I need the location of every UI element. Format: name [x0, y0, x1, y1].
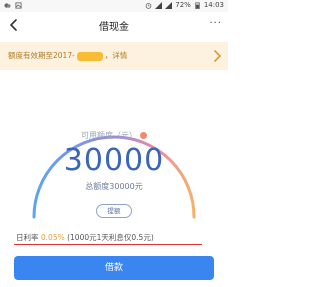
raise-limit-button[interactable]: 提额	[96, 204, 132, 218]
total-credit: 总额度30000元	[85, 182, 143, 191]
available-credit-label: 可用额度（元）	[0, 130, 228, 141]
clock: 14:03	[203, 1, 224, 9]
available-label-text: 可用额度（元）	[81, 131, 137, 140]
wechat-notification-icon	[4, 3, 11, 8]
chevron-right-icon	[214, 50, 222, 62]
page-title: 借现金	[99, 22, 129, 33]
signal-icon	[155, 1, 163, 9]
notice-text: 额度有效期至2017- ，详情	[8, 50, 127, 61]
alarm-icon	[145, 2, 152, 9]
notice-prefix: 额度有效期至2017-	[8, 51, 75, 60]
rate-label: 日利率	[16, 233, 39, 242]
validity-notice[interactable]: 额度有效期至2017- ，详情	[0, 42, 228, 70]
battery-percent: 72%	[175, 1, 191, 9]
daily-rate: 日利率 0.05% (1000元1天利息仅0.5元)	[16, 232, 154, 243]
status-left-icons	[4, 2, 22, 9]
rate-underline	[14, 244, 202, 245]
info-icon[interactable]	[140, 132, 147, 139]
notice-suffix: ，详情	[104, 51, 128, 60]
status-bar: 72% 14:03	[0, 0, 228, 12]
battery-icon	[195, 2, 200, 9]
more-menu-button[interactable]: ···	[209, 18, 222, 29]
image-notification-icon	[15, 2, 22, 9]
rate-detail: (1000元1天利息仅0.5元)	[67, 233, 154, 242]
rate-value: 0.05%	[40, 233, 65, 242]
status-right: 72% 14:03	[145, 1, 224, 9]
signal-icon-2	[165, 1, 173, 9]
borrow-button[interactable]: 借款	[14, 256, 214, 280]
available-amount: 30000	[63, 143, 165, 178]
nav-bar: 借现金 ···	[0, 12, 228, 38]
redacted-date	[76, 51, 103, 61]
